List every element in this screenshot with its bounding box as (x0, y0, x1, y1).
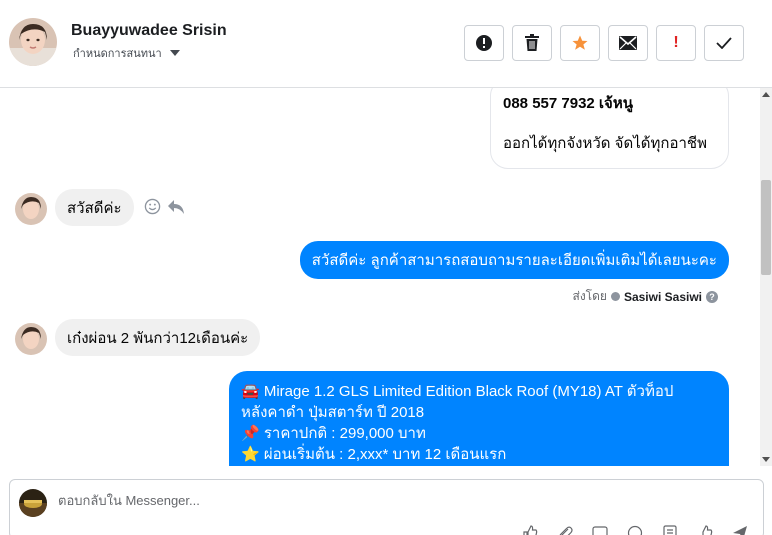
scroll-up-arrow-icon[interactable] (762, 92, 770, 97)
scroll-down-arrow-icon[interactable] (762, 457, 770, 462)
delete-button[interactable] (512, 25, 552, 61)
outgoing-product-message[interactable]: 🚘 Mirage 1.2 GLS Limited Edition Black R… (229, 371, 729, 466)
sender-name[interactable]: Sasiwi Sasiwi (624, 290, 702, 304)
envelope-icon (619, 36, 637, 50)
thumbs-up-icon[interactable] (696, 524, 714, 535)
contact-name[interactable]: Buayyuwadee Srisin (71, 22, 227, 40)
thread-scrollbar[interactable] (760, 88, 772, 466)
page-avatar (19, 489, 47, 517)
card-info-line: ออกได้ทุกจังหวัด จัดได้ทุกอาชีพ (503, 135, 707, 152)
assign-label: กำหนดการสนทนา (73, 48, 162, 60)
car-icon: 🚘 (241, 383, 260, 400)
mark-done-button[interactable] (704, 25, 744, 61)
alert-icon (476, 35, 492, 51)
header-actions: ! (464, 25, 744, 61)
saved-replies-icon[interactable] (661, 524, 679, 535)
help-icon[interactable]: ? (706, 290, 718, 303)
verified-icon (610, 292, 620, 301)
message-tools (144, 198, 185, 215)
scroll-thumb[interactable] (761, 180, 771, 275)
mark-unread-button[interactable] (608, 25, 648, 61)
reply-input[interactable] (58, 493, 658, 508)
product-subtitle: หลังคาดำ ปุ่มสตาร์ท ปี 2018 (241, 404, 425, 421)
sent-by-label: ส่งโดย Sasiwi Sasiwi ? (572, 287, 718, 306)
sent-by-prefix: ส่งโดย (572, 289, 607, 303)
image-icon[interactable] (591, 524, 609, 535)
pin-icon: 📌 (241, 425, 260, 442)
send-icon[interactable] (731, 524, 749, 535)
mark-spam-button[interactable] (464, 25, 504, 61)
card-phone-line: 088 557 7932 เจ้หนู (503, 95, 633, 112)
trash-icon (525, 34, 539, 51)
emoji-react-icon[interactable] (144, 198, 161, 215)
composer-toolbar (521, 524, 749, 535)
reply-composer (9, 479, 764, 535)
check-icon (716, 37, 732, 49)
incoming-message[interactable]: เก๋งผ่อน 2 พันกว่า12เดือนค่ะ (55, 319, 261, 356)
assign-conversation-dropdown[interactable]: กำหนดการสนทนา (73, 44, 180, 62)
contact-avatar[interactable] (9, 18, 57, 66)
follow-up-button[interactable]: ! (656, 25, 696, 61)
caret-down-icon (169, 50, 180, 56)
contact-avatar-small[interactable] (15, 323, 47, 355)
star-emoji-icon: ⭐ (241, 446, 260, 463)
incoming-message[interactable]: สวัสดีค่ะ (55, 189, 134, 226)
star-button[interactable] (560, 25, 600, 61)
emoji-icon[interactable] (626, 524, 644, 535)
message-thread[interactable]: 088 557 7932 เจ้หนู ออกได้ทุกจังหวัด จัด… (0, 88, 760, 466)
exclamation-icon: ! (673, 34, 679, 51)
conversation-header: Buayyuwadee Srisin กำหนดการสนทนา ! (0, 0, 772, 88)
product-installment: ผ่อนเริ่มต้น : 2,xxx* บาท 12 เดือนแรก (263, 446, 507, 463)
like-icon[interactable] (521, 524, 539, 535)
reply-icon[interactable] (167, 199, 185, 215)
product-title: Mirage 1.2 GLS Limited Edition Black Roo… (263, 383, 674, 400)
product-title-line: 🚘 Mirage 1.2 GLS Limited Edition Black R… (241, 381, 717, 402)
product-installment-line: ⭐ ผ่อนเริ่มต้น : 2,xxx* บาท 12 เดือนแรก (241, 444, 717, 465)
outgoing-card-message[interactable]: 088 557 7932 เจ้หนู ออกได้ทุกจังหวัด จัด… (490, 88, 729, 169)
product-price: ราคาปกติ : 299,000 บาท (263, 425, 426, 442)
outgoing-message[interactable]: สวัสดีค่ะ ลูกค้าสามารถสอบถามรายละเอียดเพ… (299, 241, 729, 279)
contact-avatar-small[interactable] (15, 193, 47, 225)
attachment-icon[interactable] (556, 524, 574, 535)
product-price-line: 📌 ราคาปกติ : 299,000 บาท (241, 423, 717, 444)
star-icon (572, 35, 588, 50)
